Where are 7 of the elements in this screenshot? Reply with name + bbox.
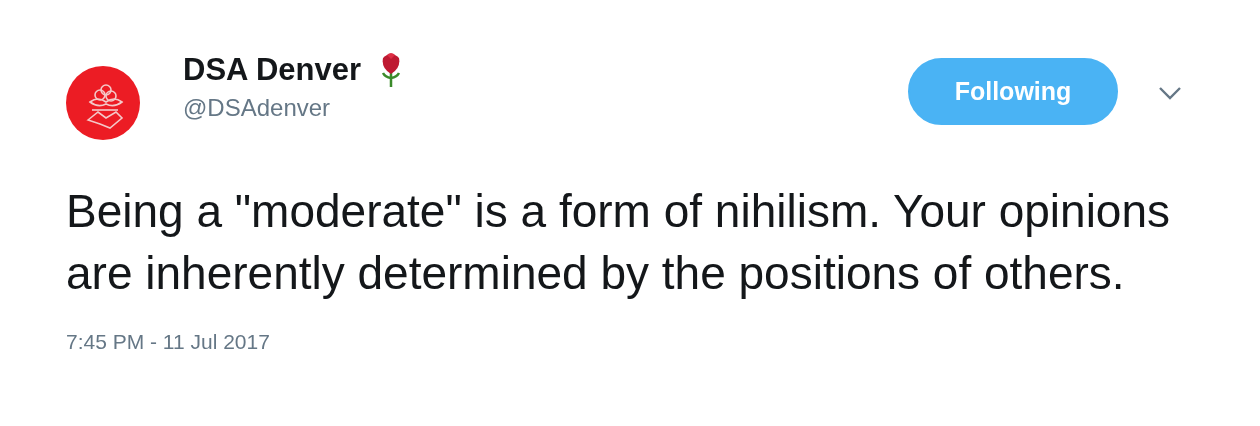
- chevron-down-icon[interactable]: [1158, 86, 1182, 100]
- tweet-timestamp[interactable]: 7:45 PM - 11 Jul 2017: [66, 330, 270, 354]
- tweet-text: Being a "moderate" is a form of nihilism. Your opinions are inherently determined by the positions of others.: [66, 184, 1172, 301]
- author-name[interactable]: DSA Denver: [183, 52, 362, 88]
- author-handle[interactable]: @DSAdenver: [183, 94, 404, 122]
- following-button[interactable]: Following: [908, 58, 1118, 125]
- avatar-icon[interactable]: [66, 66, 140, 140]
